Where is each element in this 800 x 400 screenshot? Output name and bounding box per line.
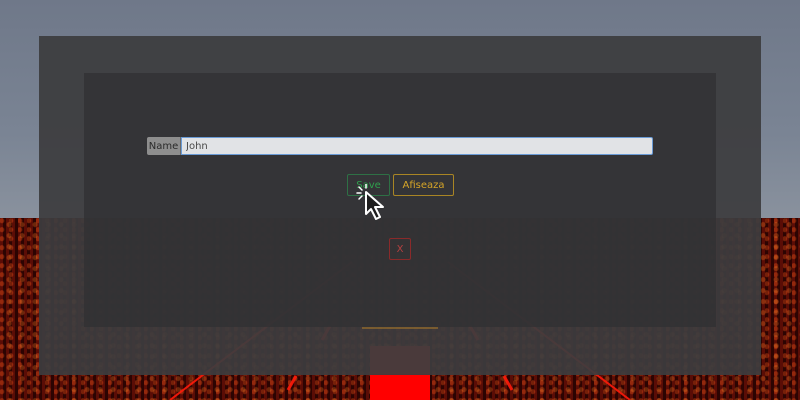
name-field-row: Name — [147, 137, 653, 155]
name-label: Name — [147, 137, 181, 155]
mouse-pointer-icon — [356, 184, 384, 220]
name-input[interactable] — [181, 137, 653, 155]
close-button[interactable]: X — [389, 238, 411, 260]
divider — [362, 327, 438, 329]
